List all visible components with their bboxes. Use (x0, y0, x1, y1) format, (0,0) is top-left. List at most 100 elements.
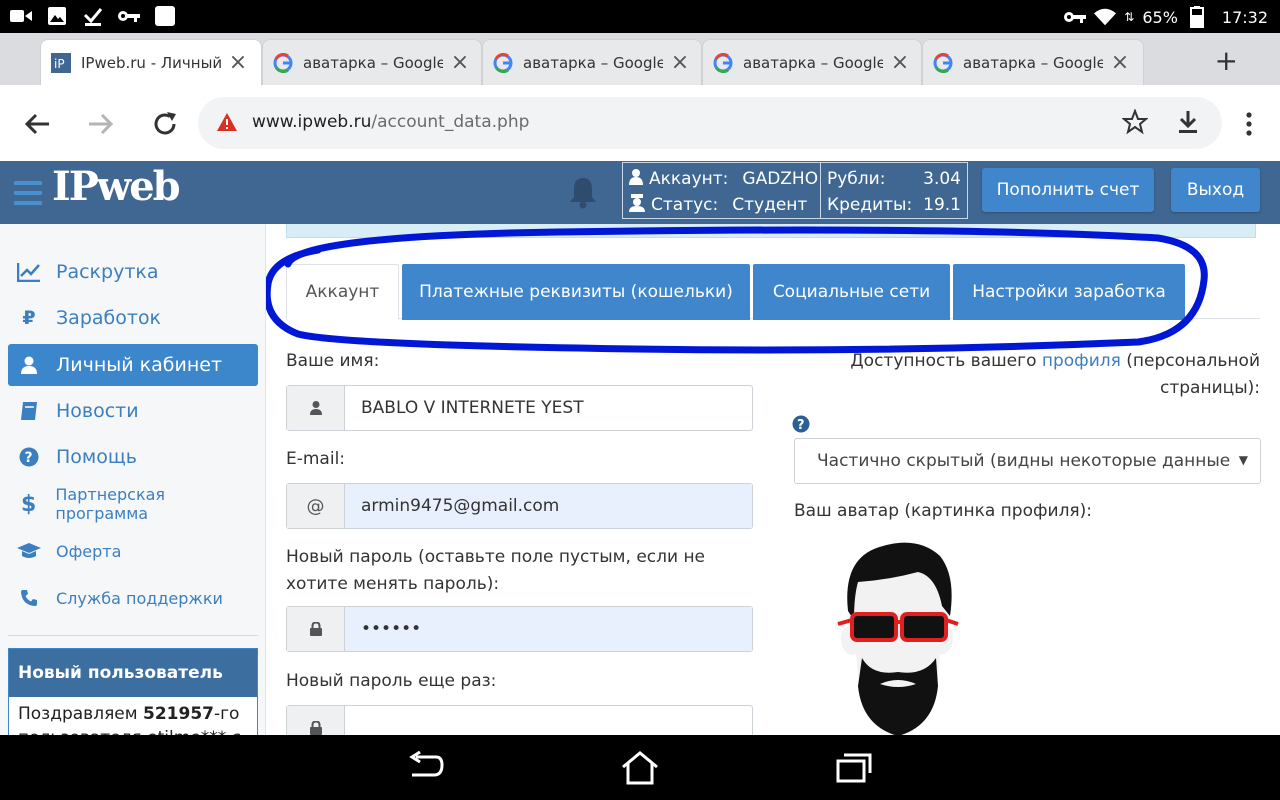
rubles-value: 3.04 (923, 169, 961, 189)
hamburger-menu-icon[interactable] (14, 181, 42, 205)
browser-tab-google-3[interactable]: аватарка – Google П × (702, 39, 922, 85)
back-arrow-icon[interactable] (20, 107, 54, 141)
google-favicon (713, 52, 733, 73)
main-content: Аккаунт Платежные реквизиты (кошельки) С… (266, 224, 1280, 735)
email-field[interactable]: armin9475@gmail.com (345, 484, 752, 528)
new-user-title: Новый пользователь (9, 649, 257, 697)
annotation-ellipse (266, 226, 1208, 354)
rubles-label: Рубли: (827, 169, 886, 189)
sidebar-item-support[interactable]: Служба поддержки (8, 577, 258, 619)
url-text[interactable]: www.ipweb.ru/account_data.php (252, 112, 529, 132)
google-favicon (493, 52, 513, 73)
sidebar-item-account[interactable]: Личный кабинет (8, 344, 258, 386)
bell-icon[interactable] (566, 175, 600, 213)
password-input-group: •••••• (286, 606, 753, 652)
battery-percent: 65% (1142, 7, 1178, 27)
profile-visibility-label: Доступность вашего профиля (персональной… (850, 351, 1260, 398)
sidebar-divider (8, 635, 258, 636)
app-square-icon (154, 5, 176, 27)
tab-title: IPweb.ru - Личный к (81, 53, 221, 72)
caret-down-icon: ▼ (1238, 453, 1248, 467)
back-nav-icon[interactable] (406, 750, 444, 787)
home-nav-icon[interactable] (621, 751, 659, 789)
image-icon (46, 5, 68, 27)
url-host: www.ipweb.ru (252, 112, 372, 132)
logout-button[interactable]: Выход (1171, 168, 1260, 212)
sidebar-item-help[interactable]: ? Помощь (8, 436, 258, 478)
tab-title: аватарка – Google П (523, 53, 663, 72)
profile-visibility-select[interactable]: Частично скрытый (видны некоторые данные… (794, 438, 1261, 484)
not-secure-warning-icon[interactable] (216, 112, 238, 136)
sidebar-item-label: Личный кабинет (56, 354, 223, 376)
address-bar[interactable]: www.ipweb.ru/account_data.php (198, 97, 1222, 149)
user-icon (629, 168, 643, 190)
credits-value: 19.1 (923, 195, 961, 215)
data-arrows-icon: ⇅ (1124, 10, 1135, 24)
new-user-number: 521957 (143, 704, 214, 724)
email-label: E-mail: (286, 449, 346, 469)
status-value: Студент (732, 195, 808, 215)
close-tab-icon[interactable]: × (1111, 51, 1129, 73)
browser-tab-google-4[interactable]: аватарка – Google П × (922, 39, 1144, 85)
download-icon[interactable] (1176, 109, 1200, 139)
browser-menu-icon[interactable] (1232, 107, 1266, 141)
close-tab-icon[interactable]: × (451, 51, 469, 73)
account-info-box: Аккаунт: GADZHO Статус: Студент Рубли: 3… (622, 162, 968, 219)
user-icon (16, 356, 42, 374)
browser-tab-google-2[interactable]: аватарка – Google П × (482, 39, 702, 85)
topup-button[interactable]: Пополнить счет (982, 168, 1154, 212)
sidebar-item-label: Раскрутка (56, 261, 159, 283)
browser-tab-google-1[interactable]: аватарка – Google П × (262, 39, 482, 85)
browser-tab-ipweb[interactable]: iP IPweb.ru - Личный к × (40, 39, 262, 85)
password-repeat-field[interactable] (345, 706, 752, 735)
phone-icon (16, 589, 42, 607)
sidebar-item-news[interactable]: Новости (8, 390, 258, 432)
name-input-group: BABLO V INTERNETE YEST (286, 385, 753, 431)
tab-title: аватарка – Google П (303, 53, 443, 72)
status-right-icons: ⇅ 65% 17:32 (1064, 6, 1268, 28)
ipweb-logo[interactable]: IPweb (52, 163, 181, 210)
new-password-field[interactable]: •••••• (345, 607, 752, 651)
name-field[interactable]: BABLO V INTERNETE YEST (345, 386, 752, 430)
browser-toolbar: www.ipweb.ru/account_data.php (0, 85, 1280, 161)
user-icon (287, 386, 345, 430)
status-label: Статус: (651, 195, 719, 215)
sidebar-item-promotion[interactable]: Раскрутка (8, 251, 258, 293)
reload-icon[interactable] (148, 107, 182, 141)
profile-link[interactable]: профиля (1042, 351, 1121, 371)
sidebar-item-partner[interactable]: $ Партнерская программа (8, 483, 258, 525)
sidebar-item-label: Оферта (56, 541, 122, 561)
google-favicon (273, 52, 293, 73)
ruble-icon: ₽ (22, 307, 36, 329)
google-favicon (933, 52, 953, 73)
student-icon (629, 193, 645, 217)
vpn-key-icon (1064, 6, 1087, 28)
account-info-left: Аккаунт: GADZHO Статус: Студент (623, 163, 821, 218)
recent-apps-nav-icon[interactable] (836, 751, 874, 787)
forward-arrow-icon[interactable] (84, 107, 118, 141)
close-tab-icon[interactable]: × (891, 51, 909, 73)
android-nav-bar (0, 735, 1280, 800)
bookmark-star-icon[interactable] (1121, 108, 1149, 139)
password-repeat-label: Новый пароль еще раз: (286, 671, 497, 691)
question-circle-icon[interactable]: ? (792, 415, 810, 437)
sidebar-item-label: Заработок (56, 307, 162, 329)
tab-title: аватарка – Google П (743, 53, 883, 72)
email-input-group: @ armin9475@gmail.com (286, 483, 753, 529)
close-tab-icon[interactable]: × (229, 51, 247, 73)
tab-title: аватарка – Google П (963, 53, 1103, 72)
password-repeat-input-group (286, 705, 753, 735)
lock-icon (287, 607, 345, 651)
new-user-panel: Новый пользователь Поздравляем 521957-го… (8, 648, 258, 748)
close-tab-icon[interactable]: × (671, 51, 689, 73)
sidebar-item-label: Служба поддержки (56, 588, 223, 608)
android-status-bar: ⇅ 65% 17:32 (0, 0, 1280, 33)
credits-label: Кредиты: (827, 195, 913, 215)
clock: 17:32 (1221, 7, 1268, 27)
svg-text:iP: iP (54, 57, 65, 71)
avatar-image[interactable] (828, 536, 968, 735)
new-tab-plus-icon[interactable]: + (1215, 47, 1238, 75)
sidebar-item-offer[interactable]: Оферта (8, 530, 258, 572)
sidebar-item-earnings[interactable]: ₽ Заработок (8, 297, 258, 339)
svg-text:?: ? (25, 450, 33, 466)
